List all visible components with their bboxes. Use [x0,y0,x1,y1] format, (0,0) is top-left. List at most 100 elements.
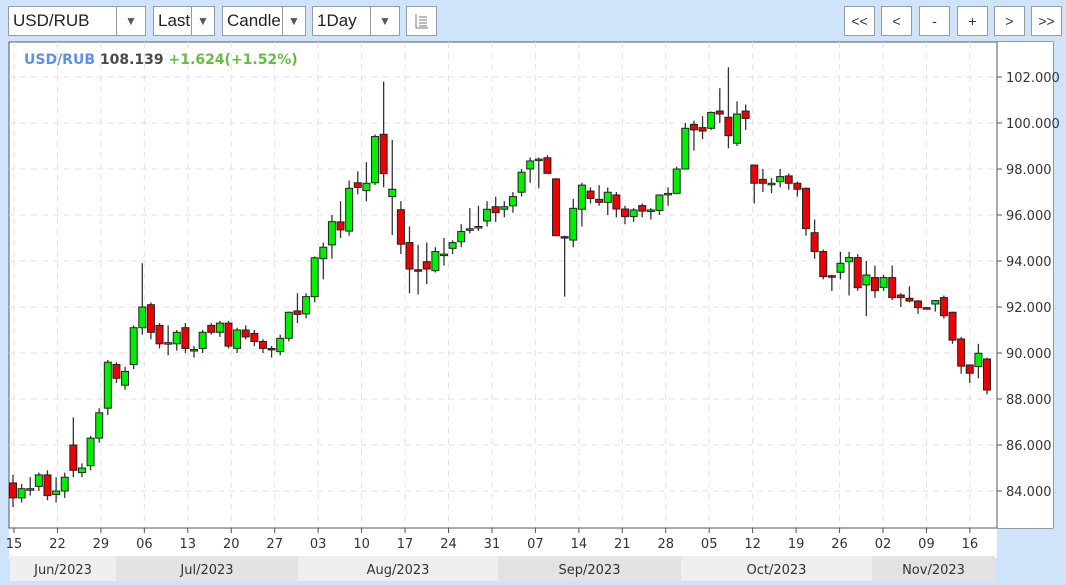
chevron-down-icon[interactable]: ▼ [116,7,145,35]
candle-body [224,322,233,347]
chart-type-select[interactable]: Candle ▼ [222,6,306,36]
chevron-down-icon[interactable]: ▼ [370,7,399,35]
interval-select[interactable]: 1Day ▼ [312,6,400,36]
candle-body [577,184,586,210]
candle-body [939,297,948,317]
x-tick-label: 02 [875,537,892,552]
legend-symbol: USD/RUB [24,52,96,68]
candle-body [707,111,716,129]
candle-body [793,182,802,190]
candle-body [457,231,466,243]
candle-body [724,116,733,137]
interval-value: 1Day [317,11,357,30]
candle-body [302,296,311,315]
candle-body [741,110,750,119]
candle-body [974,352,983,368]
candle-body [362,182,371,192]
plot-area [8,41,1054,529]
x-tick-label: 14 [571,537,588,552]
candle-body [431,251,440,272]
zoom-in-button[interactable]: + [957,6,988,36]
candle-body [827,275,836,278]
candle [86,435,95,471]
candle-body [34,474,43,487]
candle-body [439,253,448,257]
candle-body [190,349,199,352]
candle [43,470,52,501]
candle-body [862,274,871,286]
candle-body [60,476,69,492]
x-tick-label: 24 [440,537,457,552]
price-type-select[interactable]: Last ▼ [153,6,215,36]
candle-body [465,228,474,231]
y-tick-label: 88.000 [1006,393,1052,408]
x-tick-label: 26 [831,537,848,552]
candle [284,311,293,342]
scroll-right-button[interactable]: > [994,6,1025,36]
chevron-down-icon[interactable]: ▼ [282,7,305,35]
candle [129,325,138,370]
candle-body [414,269,423,272]
candle-body [155,324,164,345]
candle-body [767,182,776,186]
y-tick-label: 84.000 [1006,485,1052,500]
y-tick-label: 94.000 [1006,255,1052,270]
scroll-left-button[interactable]: < [881,6,912,36]
candle-body [819,251,828,278]
indicators-button[interactable] [406,6,437,36]
candle [345,180,354,236]
candle-body [103,361,112,409]
candle-body [52,490,61,495]
candle-body [689,123,698,131]
candle-body [95,412,104,439]
candle-body [293,310,302,315]
candle-body [474,226,483,229]
candle [922,307,931,310]
zoom-out-button[interactable]: - [919,6,950,36]
y-tick-label: 98.000 [1006,163,1052,178]
chevron-down-icon[interactable]: ▼ [191,7,214,35]
candle-body [284,311,293,339]
month-label: Oct/2023 [747,563,807,578]
candle-body [146,304,155,333]
candle-body [198,331,207,349]
candle-body [750,164,759,184]
candle-body [922,307,931,310]
candle-body [879,277,888,288]
x-tick-label: 03 [310,537,327,552]
candle-body [172,331,181,345]
x-tick-label: 05 [701,537,718,552]
table-icon [415,14,428,29]
scroll-start-button[interactable]: << [844,6,875,36]
x-tick-label: 10 [353,537,370,552]
price-chart[interactable]: Jun/2023 Jul/2023 Aug/2023 Sep/2023 Oct/2023… [0,0,1066,585]
candle-body [664,192,673,196]
candle-body [276,337,285,353]
candle-body [965,364,974,374]
candle-body [310,257,319,298]
month-label: Jul/2023 [179,563,233,578]
scroll-end-button[interactable]: >> [1031,6,1062,36]
candle-body [336,221,345,231]
symbol-select[interactable]: USD/RUB ▼ [8,6,146,36]
candle [224,320,233,349]
symbol-value: USD/RUB [13,11,90,30]
candle [819,249,828,280]
candle [853,254,862,291]
x-tick-label: 19 [788,537,805,552]
candle-body [327,221,336,246]
candle-body [638,205,647,212]
candle-body [43,474,52,497]
candle-body [698,127,707,132]
month-label: Aug/2023 [367,563,430,578]
month-label: Jun/2023 [33,563,92,578]
x-tick-label: 16 [962,537,979,552]
candle-body [491,206,500,214]
candle-body [905,297,914,302]
candle-body [215,322,224,333]
x-tick-label: 27 [266,537,283,552]
month-label: Sep/2023 [559,563,621,578]
x-tick-label: 22 [49,537,66,552]
candle-body [896,294,905,299]
candle-body [241,329,250,338]
